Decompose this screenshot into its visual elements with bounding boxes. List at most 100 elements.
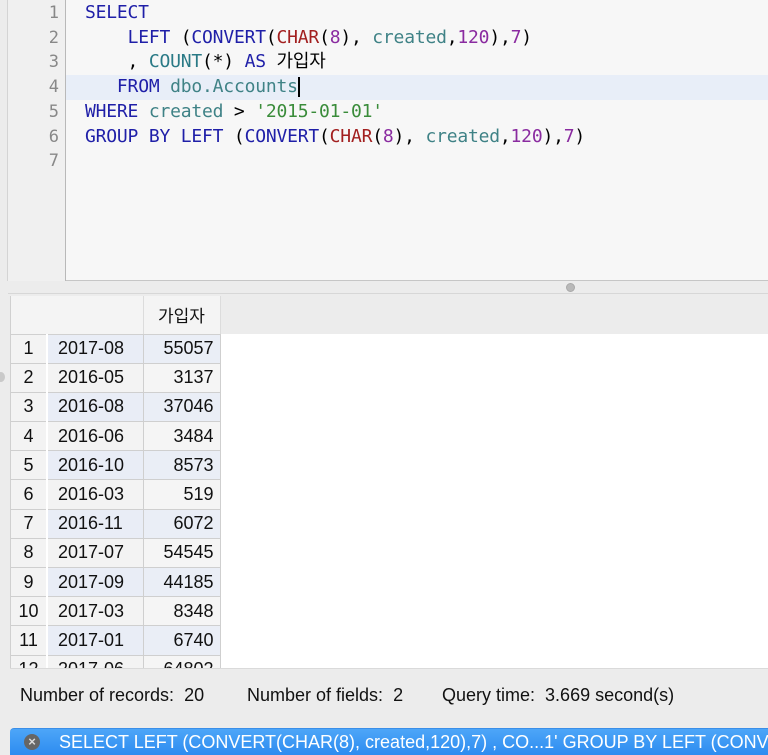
cell-month[interactable]: 2017-06 [47,655,144,668]
row-number[interactable]: 10 [11,596,48,627]
cell-count[interactable]: 8348 [143,596,221,627]
cell-count[interactable]: 55057 [143,334,221,364]
code-token: ( [170,26,192,48]
results-grid[interactable]: 가입자 1 2017-08 55057 2 2016-05 3137 3 2016-08 370… [10,296,768,668]
table-row[interactable]: 3 2016-08 37046 [11,392,221,423]
cell-count[interactable]: 6072 [143,509,221,539]
line-number: 5 [48,101,59,122]
table-row[interactable]: 10 2017-03 8348 [11,596,221,627]
pane-splitter[interactable] [8,281,768,294]
cell-month[interactable]: 2017-09 [47,567,144,598]
row-number[interactable]: 4 [11,421,48,452]
cell-month[interactable]: 2017-07 [47,538,144,569]
code-token: ), [489,26,511,48]
cell-month[interactable]: 2017-01 [47,625,144,656]
cell-count[interactable]: 3484 [143,421,221,452]
table-row[interactable]: 122017-0664802 [11,655,221,668]
row-number[interactable]: 12 [11,655,48,668]
code-token: , [446,26,458,48]
code-token: 7 [563,125,575,147]
cell-count[interactable]: 6740 [143,625,221,656]
line-number: 7 [48,151,59,172]
code-token: ) [521,26,532,48]
table-row[interactable]: 4 2016-06 3484 [11,421,221,452]
records-label: Number of records: [20,685,175,705]
table-row[interactable]: 1 2017-08 55057 [11,334,221,364]
code-token: , [499,125,511,147]
code-token: ( [319,125,330,147]
code-area[interactable]: SELECT LEFT (CONVERT(CHAR(8), created,12… [66,0,768,280]
row-number[interactable]: 6 [11,479,48,510]
cell-count[interactable]: 44185 [143,567,221,598]
row-number[interactable]: 11 [11,625,48,656]
row-number[interactable]: 7 [11,509,48,539]
table-row[interactable]: 9 2017-09 44185 [11,567,221,598]
splitter-handle-icon[interactable] [566,283,575,292]
row-number[interactable]: 8 [11,538,48,569]
code-token: 120 [457,26,490,48]
code-token: ( [265,26,277,48]
code-token: ), [542,125,564,147]
cell-count[interactable]: 64802 [143,655,221,668]
code-token: AS [244,51,266,73]
code-line[interactable]: LEFT (CONVERT(CHAR(8), created,120),7) [66,26,768,51]
cell-month[interactable]: 2016-06 [47,421,144,452]
table-row[interactable]: 6 2016-03 519 [11,479,221,510]
status-bar: Number of records: 20 Number of fields: … [10,668,768,720]
table-row[interactable]: 2 2016-05 3137 [11,363,221,393]
cell-month[interactable]: 2016-08 [47,392,144,423]
row-number[interactable]: 3 [11,392,48,423]
code-line[interactable]: SELECT [66,1,768,26]
window-left-edge [0,0,8,281]
code-token: 8 [382,125,394,147]
row-number[interactable]: 5 [11,450,48,481]
query-time-value: 3.669 second(s) [545,685,675,705]
cell-count[interactable]: 8573 [143,450,221,481]
row-number[interactable]: 2 [11,363,48,393]
cell-month[interactable]: 2016-11 [47,509,144,539]
code-token: ( [319,26,330,48]
table-row[interactable]: 11 2017-01 6740 [11,625,221,656]
cell-month[interactable]: 2016-10 [47,450,144,481]
cell-count[interactable]: 37046 [143,392,221,423]
cell-count[interactable]: 519 [143,479,221,510]
code-token: 7 [510,26,522,48]
column-header-month[interactable] [11,296,144,335]
cell-count[interactable]: 3137 [143,363,221,393]
code-token: COUNT [148,51,203,73]
code-token: 120 [510,125,543,147]
code-token: created [148,100,224,122]
table-row[interactable]: 5 2016-10 8573 [11,450,221,481]
sql-editor[interactable]: 1234567 SELECT LEFT (CONVERT(CHAR(8), cr… [8,0,768,281]
records-value: 20 [184,685,205,705]
close-icon[interactable]: × [24,734,40,750]
side-splitter-handle-icon[interactable] [0,372,5,382]
code-token: SELECT [85,2,149,23]
code-line[interactable] [66,149,768,174]
cell-month[interactable]: 2017-03 [47,596,144,627]
cell-month[interactable]: 2016-03 [47,479,144,510]
row-number[interactable]: 1 [11,334,48,364]
code-token: CONVERT [191,26,266,48]
table-row[interactable]: 7 2016-11 6072 [11,509,221,539]
code-token: WHERE [85,100,139,122]
code-line[interactable]: GROUP BY LEFT (CONVERT(CHAR(8), created,… [66,125,768,150]
table-row[interactable]: 8 2017-07 54545 [11,538,221,569]
cell-count[interactable]: 54545 [143,538,221,569]
row-number[interactable]: 9 [11,567,48,598]
code-line[interactable]: WHERE created > '2015-01-01' [66,100,768,125]
code-token: created [425,125,500,147]
code-line[interactable]: , COUNT(*) AS 가입자 [66,50,768,75]
column-header-count[interactable]: 가입자 [143,296,221,335]
line-number: 6 [48,126,59,147]
fields-count: Number of fields: 2 [247,685,403,706]
cell-month[interactable]: 2016-05 [47,363,144,393]
code-token: ), [340,26,373,48]
code-line[interactable]: FROM dbo.Accounts [66,75,768,100]
query-history-bar[interactable]: × SELECT LEFT (CONVERT(CHAR(8), created,… [10,728,768,755]
code-token: CHAR [276,26,320,48]
cell-month[interactable]: 2017-08 [47,334,144,364]
